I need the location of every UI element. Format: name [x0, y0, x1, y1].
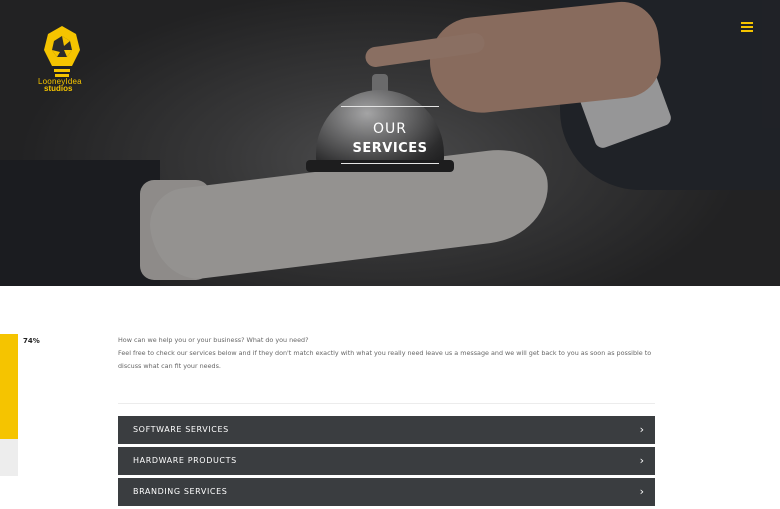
accordion-item-label: SOFTWARE SERVICES [133, 425, 229, 434]
title-rule-bottom [341, 163, 439, 164]
intro-question: How can we help you or your business? Wh… [118, 336, 309, 344]
accordion-item-branding-services[interactable]: BRANDING SERVICES › [118, 478, 655, 506]
services-intro: How can we help you or your business? Wh… [118, 334, 658, 373]
scroll-progress-fill [0, 334, 18, 440]
section-divider [118, 403, 655, 404]
page-title: OUR SERVICES [340, 106, 440, 164]
page-title-line1: OUR [373, 121, 407, 137]
hamburger-menu-icon[interactable] [741, 22, 753, 33]
menu-bar [741, 22, 753, 24]
accordion-item-label: BRANDING SERVICES [133, 487, 228, 496]
logo-text-studios: studios [44, 84, 73, 93]
accordion-item-label: HARDWARE PRODUCTS [133, 456, 237, 465]
scroll-progress-bar [0, 334, 18, 476]
accordion-item-software-services[interactable]: SOFTWARE SERVICES › [118, 416, 655, 444]
title-rule-top [341, 106, 439, 107]
intro-description: Feel free to check our services below an… [118, 349, 652, 370]
menu-bar [741, 26, 753, 28]
menu-bar [741, 30, 753, 32]
accordion-item-hardware-products[interactable]: HARDWARE PRODUCTS › [118, 447, 655, 475]
chevron-right-icon: › [639, 454, 644, 467]
chevron-right-icon: › [639, 423, 644, 436]
services-accordion: SOFTWARE SERVICES › HARDWARE PRODUCTS › … [118, 416, 655, 509]
page-title-line2: SERVICES [352, 141, 428, 156]
chevron-right-icon: › [639, 485, 644, 498]
scroll-progress-label: 74% [23, 337, 40, 345]
